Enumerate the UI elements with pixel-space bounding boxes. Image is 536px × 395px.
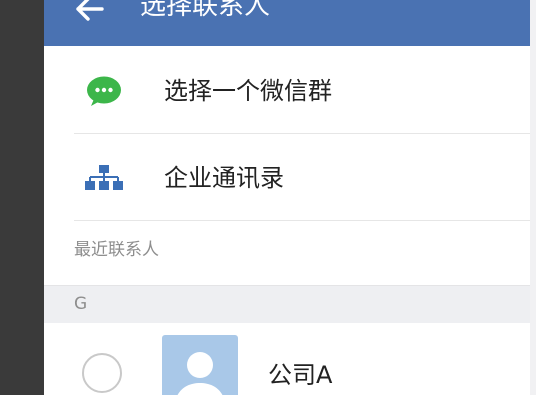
app-header: 选择联系人 (44, 0, 530, 46)
section-header-recent-contacts: 最近联系人 (74, 240, 159, 260)
menu-item-org-directory[interactable]: 企业通讯录 (44, 134, 530, 220)
device-bezel-left (0, 0, 44, 395)
divider (74, 220, 530, 221)
device-bezel-right (530, 0, 536, 395)
menu-item-label: 企业通讯录 (164, 164, 284, 192)
person-avatar-icon (162, 335, 238, 395)
menu-item-wechat-group[interactable]: 选择一个微信群 (44, 47, 530, 133)
org-chart-icon (84, 162, 124, 194)
select-radio[interactable] (82, 353, 122, 393)
arrow-left-icon[interactable] (72, 0, 106, 24)
contact-name: 公司A (268, 361, 333, 389)
index-letter: G (74, 294, 88, 314)
contact-picker-screen: 选择联系人 选择一个微信群 企业通讯录 最近联系人 G 公司A (44, 0, 530, 395)
page-title: 选择联系人 (140, 0, 271, 21)
contact-row[interactable]: 公司A (44, 323, 530, 395)
menu-item-label: 选择一个微信群 (164, 77, 332, 105)
wechat-icon (84, 75, 124, 107)
index-letter-bar: G (44, 285, 530, 323)
